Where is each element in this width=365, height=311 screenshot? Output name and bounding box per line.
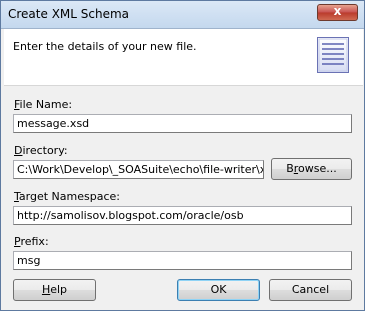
close-icon: x [333, 4, 342, 18]
help-button[interactable]: Help [13, 279, 96, 301]
prefix-label: Prefix: [14, 235, 49, 248]
directory-label: Directory: [14, 144, 68, 157]
file-name-label: File Name: [14, 98, 73, 111]
cancel-button[interactable]: Cancel [269, 279, 352, 301]
header-banner: Enter the details of your new file. [4, 29, 363, 86]
browse-button[interactable]: Browse... [271, 158, 352, 180]
close-button[interactable]: x [317, 4, 358, 21]
target-namespace-label: Target Namespace: [14, 190, 120, 203]
title-bar[interactable]: Create XML Schema x [1, 1, 364, 29]
prefix-input[interactable]: msg [13, 251, 352, 270]
dialog-title: Create XML Schema [8, 7, 130, 21]
file-name-input[interactable]: message.xsd [13, 114, 352, 133]
directory-input[interactable]: C:\Work\Develop\_SOASuite\echo\file-writ… [13, 160, 264, 179]
ok-button[interactable]: OK [177, 279, 260, 301]
header-description: Enter the details of your new file. [13, 40, 197, 53]
create-xml-schema-dialog: Create XML Schema x Enter the details of… [0, 0, 365, 311]
target-namespace-input[interactable]: http://samolisov.blogspot.com/oracle/osb [13, 206, 352, 225]
document-icon [317, 37, 349, 73]
